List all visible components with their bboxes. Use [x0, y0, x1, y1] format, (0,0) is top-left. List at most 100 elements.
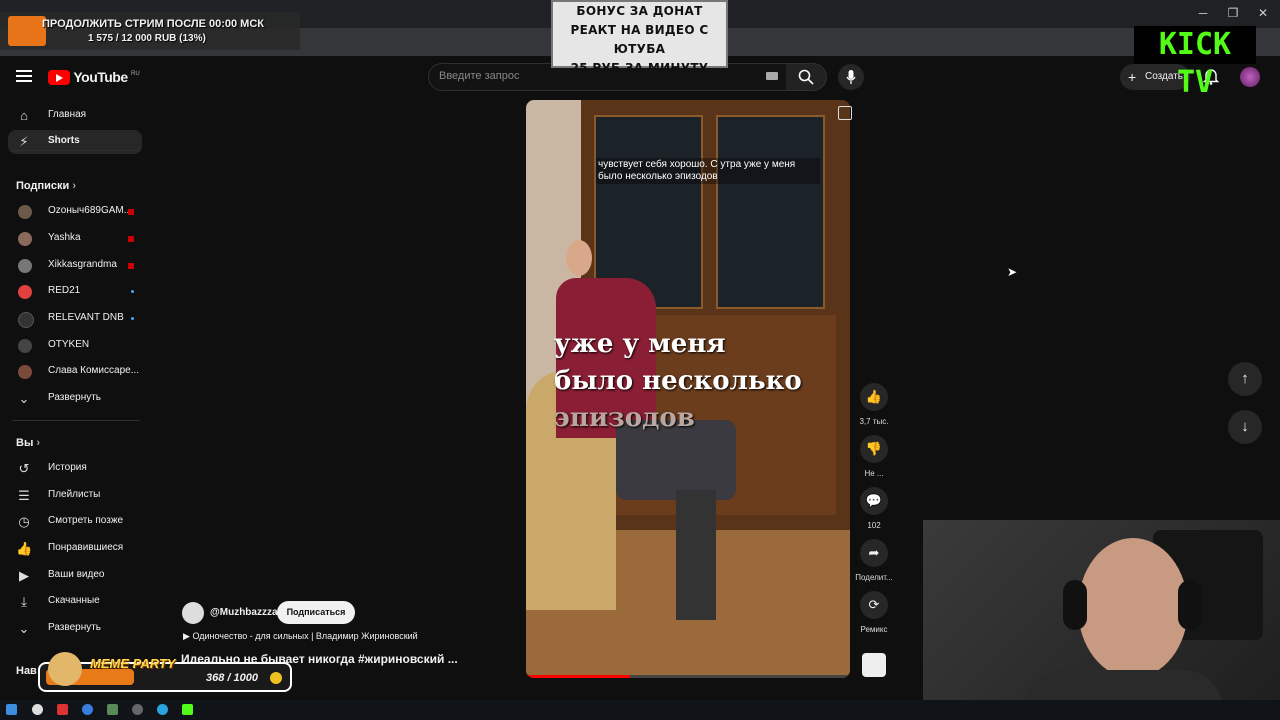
- thumb-down-icon: 👎: [865, 441, 883, 456]
- channel-avatar: [18, 339, 32, 353]
- search-button[interactable]: [786, 63, 827, 91]
- chevron-right-icon: ›: [72, 180, 76, 192]
- channel-name: RELEVANT DNB: [48, 312, 124, 323]
- subscriptions-heading[interactable]: Подписки ›: [16, 180, 76, 192]
- fullscreen-icon[interactable]: [838, 106, 852, 120]
- comment-icon: 💬: [865, 493, 883, 508]
- sound-thumbnail[interactable]: [862, 653, 886, 677]
- sidebar-item-playlists[interactable]: ☰ Плейлисты: [8, 484, 142, 508]
- keyboard-icon[interactable]: [766, 72, 778, 80]
- sidebar-item-label: Плейлисты: [48, 489, 101, 500]
- close-icon[interactable]: ✕: [1248, 4, 1278, 22]
- video-caption: уже у меня было несколько эпизодов: [554, 326, 834, 437]
- channel-name: OTYKEN: [48, 339, 90, 350]
- sidebar-channel[interactable]: OTYKEN: [8, 334, 142, 358]
- video-icon: ▶: [19, 568, 29, 583]
- channel-avatar: [18, 259, 32, 273]
- avatar[interactable]: [1240, 67, 1260, 87]
- comments-button[interactable]: 💬: [860, 487, 888, 515]
- share-label: Поделит...: [855, 573, 893, 582]
- thumb-up-icon: 👍: [16, 541, 33, 556]
- remix-button[interactable]: ⟳: [860, 591, 888, 619]
- goal-progress: 1 575 / 12 000 RUB (13%): [88, 33, 206, 44]
- previous-short-button[interactable]: ↑: [1228, 362, 1262, 396]
- sidebar-channel[interactable]: RELEVANT DNB: [8, 307, 142, 331]
- you-title: Вы: [16, 437, 34, 449]
- channel-avatar: [18, 312, 34, 328]
- telegram-icon[interactable]: [157, 704, 168, 715]
- channel-name: RED21: [48, 285, 81, 296]
- expand-you[interactable]: ⌄ Развернуть: [8, 617, 142, 641]
- sidebar-divider: [12, 150, 140, 151]
- channel-name: Ozoныч689GAM...: [48, 205, 133, 216]
- share-icon: ➦: [868, 545, 880, 560]
- shorts-icon: ⚡: [19, 134, 29, 149]
- channel-avatar[interactable]: [182, 602, 204, 624]
- channel-avatar: [18, 205, 32, 219]
- live-indicator: [128, 236, 134, 242]
- expand-label: Развернуть: [48, 392, 102, 403]
- video-progress-fill: [526, 675, 630, 678]
- chrome-icon[interactable]: [82, 704, 93, 715]
- expand-subscriptions[interactable]: ⌄ Развернуть: [8, 387, 142, 411]
- new-content-dot: [131, 290, 134, 293]
- home-icon: ⌂: [20, 108, 28, 123]
- sidebar-item-label: Главная: [48, 109, 87, 120]
- app-icon[interactable]: [57, 704, 68, 715]
- dislike-button[interactable]: 👎: [860, 435, 888, 463]
- browser-icon[interactable]: [32, 704, 43, 715]
- channel-avatar: [18, 285, 32, 299]
- sidebar-item-home[interactable]: ⌂ Главная: [8, 104, 142, 128]
- search-placeholder: Введите запрос: [439, 70, 520, 82]
- chevron-down-icon: ⌄: [18, 391, 30, 406]
- youtube-logo[interactable]: YouTube RU: [48, 69, 140, 85]
- thumb-up-icon: 👍: [865, 389, 883, 404]
- sidebar-item-watch-later[interactable]: ◷ Смотреть позже: [8, 510, 142, 534]
- mouse-cursor-icon: ➤: [1007, 265, 1018, 279]
- sidebar-item-your-videos[interactable]: ▶ Ваши видео: [8, 564, 142, 588]
- video-progress-track[interactable]: [526, 675, 850, 678]
- live-indicator: [128, 263, 134, 269]
- you-heading[interactable]: Вы ›: [16, 437, 40, 449]
- sidebar-item-label: Понравившиеся: [48, 542, 124, 553]
- sidebar-item-downloads[interactable]: ⤓ Скачанные: [8, 590, 142, 614]
- caption-line: эпизодов: [554, 403, 695, 433]
- new-content-dot: [131, 317, 134, 320]
- sidebar-channel[interactable]: RED21: [8, 280, 142, 304]
- sidebar-channel[interactable]: Слава Комиссаре...: [8, 360, 142, 384]
- meme-party-label: MEME PARTY: [90, 656, 176, 671]
- subscribe-button[interactable]: Подписаться: [277, 601, 355, 624]
- sidebar-channel[interactable]: Xikkasgrandma: [8, 254, 142, 278]
- sidebar-item-history[interactable]: ↺ История: [8, 457, 142, 481]
- maximize-icon[interactable]: ❐: [1218, 4, 1248, 22]
- kick-icon[interactable]: [182, 704, 193, 715]
- sidebar-channel[interactable]: Ozoныч689GAM...: [8, 200, 142, 224]
- music-line[interactable]: ▶ Одиночество - для сильных | Владимир Ж…: [183, 631, 418, 642]
- live-indicator: [128, 209, 134, 215]
- voice-search-button[interactable]: [838, 64, 864, 90]
- banner-line: 25 РУБ ЗА МИНУТУ: [570, 61, 709, 75]
- next-short-button[interactable]: ↓: [1228, 410, 1262, 444]
- channel-name: Xikkasgrandma: [48, 259, 117, 270]
- likes-count: 3,7 тыс.: [859, 417, 889, 426]
- obs-icon[interactable]: [132, 704, 143, 715]
- share-button[interactable]: ➦: [860, 539, 888, 567]
- minimize-icon[interactable]: ─: [1188, 4, 1218, 22]
- windows-start-icon[interactable]: [6, 704, 17, 715]
- headphone-right: [1178, 580, 1202, 630]
- comments-count: 102: [867, 521, 881, 530]
- goal-icon: [8, 16, 46, 46]
- app-icon[interactable]: [107, 704, 118, 715]
- mic-icon: [846, 70, 856, 84]
- video-subtitle: чувствует себя хорошо. С утра уже у меня…: [596, 158, 820, 184]
- channel-name: Слава Комиссаре...: [48, 365, 140, 376]
- sidebar-item-label: Shorts: [48, 135, 80, 146]
- menu-icon[interactable]: [16, 69, 32, 83]
- like-button[interactable]: 👍: [860, 383, 888, 411]
- download-icon: ⤓: [21, 594, 27, 609]
- sidebar-channel[interactable]: Yashka: [8, 227, 142, 251]
- logo-text: YouTube: [73, 69, 128, 85]
- channel-handle[interactable]: @Muzhbazzza: [210, 607, 278, 618]
- doge-icon: [48, 652, 82, 686]
- sidebar-item-liked[interactable]: 👍 Понравившиеся: [8, 537, 142, 561]
